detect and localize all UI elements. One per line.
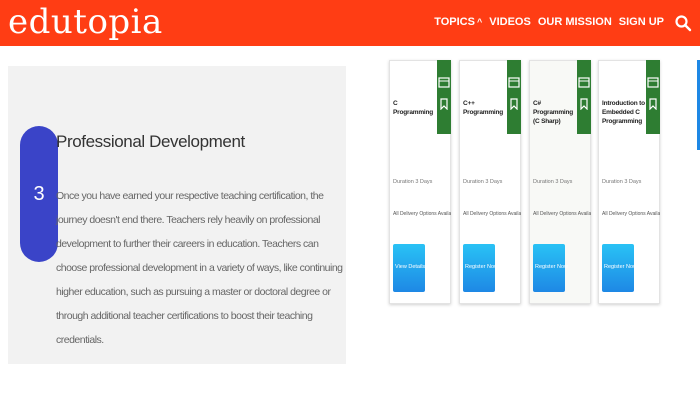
course-flag (507, 60, 521, 134)
course-duration: Duration 3 Days (393, 179, 433, 185)
calendar-icon (647, 77, 659, 88)
course-title: Introduction to Embedded C Programming (602, 100, 645, 125)
bookmark-icon (580, 98, 588, 110)
button-label: Register Now (535, 264, 569, 270)
nav-our-mission[interactable]: OUR MISSION (538, 16, 612, 28)
course-delivery: All Delivery Options Available (602, 211, 660, 217)
nav-topics-label: TOPICS (434, 16, 475, 28)
course-card-csharp-programming[interactable]: C# Programming (C Sharp) Duration 3 Days… (529, 60, 591, 304)
course-title: C++ Programming (463, 100, 504, 116)
bookmark-icon (440, 98, 448, 110)
button-label: Register Now (604, 264, 638, 270)
calendar-icon (578, 77, 590, 88)
register-now-button[interactable]: Register Now (533, 244, 569, 292)
course-delivery: All Delivery Options Available (533, 211, 591, 217)
chevron-up-icon: ^ (476, 17, 483, 27)
professional-development-panel: 3 Professional Development Once you have… (8, 66, 346, 364)
course-delivery: All Delivery Options Available (463, 211, 521, 217)
register-now-button[interactable]: Register Now (463, 244, 499, 292)
course-title: C# Programming (C Sharp) (533, 100, 574, 125)
button-label: Register Now (465, 264, 499, 270)
register-now-button[interactable]: Register Now (602, 244, 638, 292)
section-body-text: Once you have earned your respective tea… (56, 190, 343, 346)
course-duration: Duration 3 Days (463, 179, 503, 185)
main-nav: TOPICS ^ VIDEOS OUR MISSION SIGN UP (434, 16, 664, 28)
course-flag (577, 60, 591, 134)
bookmark-icon (649, 98, 657, 110)
course-delivery: All Delivery Options Available (393, 211, 451, 217)
site-header: edutopia TOPICS ^ VIDEOS OUR MISSION SIGN… (0, 0, 700, 46)
button-label: View Details (395, 264, 426, 270)
step-number-badge: 3 (20, 126, 58, 262)
course-duration: Duration 3 Days (602, 179, 642, 185)
course-flag (646, 60, 660, 134)
nav-sign-up[interactable]: SIGN UP (619, 16, 664, 28)
course-title: C Programming (393, 100, 434, 116)
course-duration: Duration 3 Days (533, 179, 573, 185)
nav-topics[interactable]: TOPICS ^ (434, 16, 482, 28)
course-card-cpp-programming[interactable]: C++ Programming Duration 3 Days All Deli… (459, 60, 521, 304)
calendar-icon (508, 77, 520, 88)
search-icon[interactable] (674, 14, 692, 32)
bookmark-icon (510, 98, 518, 110)
course-card-c-programming[interactable]: C Programming Duration 3 Days All Delive… (389, 60, 451, 304)
edutopia-logo[interactable]: edutopia (8, 2, 163, 42)
course-flag (437, 60, 451, 134)
calendar-icon (438, 77, 450, 88)
view-details-button[interactable]: View Details (393, 244, 425, 292)
course-card-embedded-c-programming[interactable]: Introduction to Embedded C Programming D… (598, 60, 660, 304)
nav-videos[interactable]: VIDEOS (489, 16, 531, 28)
section-title: Professional Development (56, 132, 245, 151)
